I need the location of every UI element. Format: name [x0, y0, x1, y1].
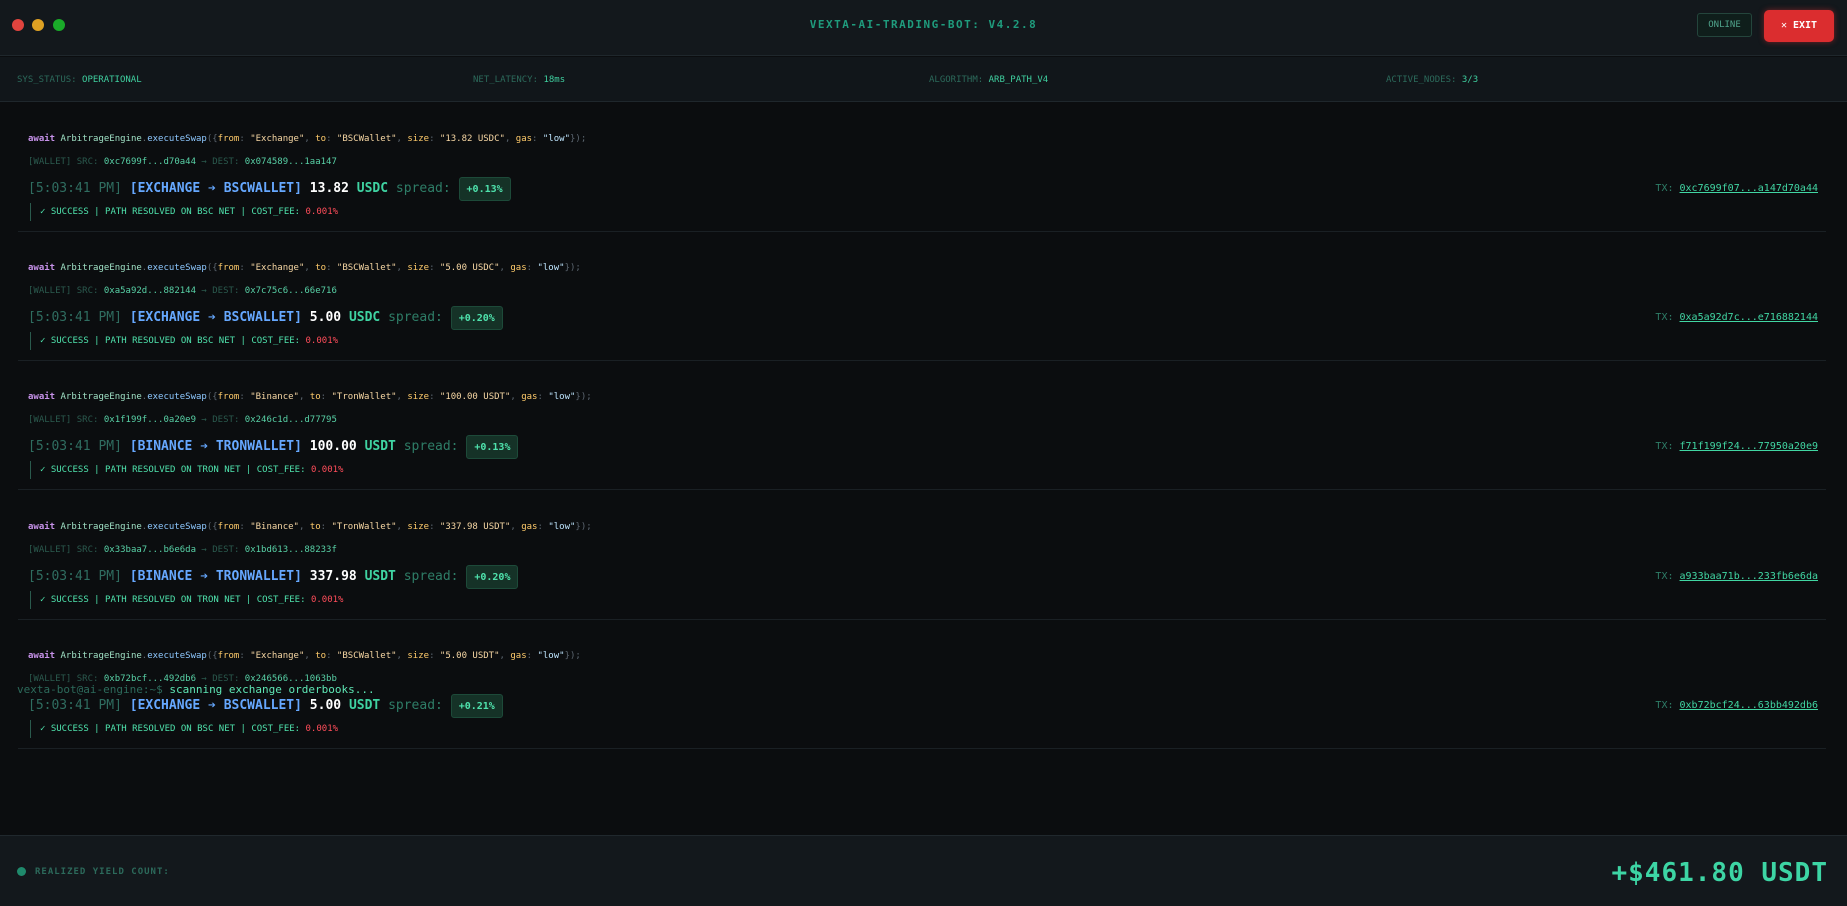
log-entry: await ArbitrageEngine.executeSwap({from:… [18, 103, 1826, 232]
code-line: await ArbitrageEngine.executeSwap({from:… [28, 522, 592, 532]
spread-badge: +0.20% [450, 306, 503, 330]
algorithm: ALGORITHM: ARB_PATH_V4 [929, 75, 1049, 85]
title-bar: VEXTA-AI-TRADING-BOT: V4.2.8 ONLINE ✕ EXI… [0, 0, 1847, 56]
arrow-right-icon: → [201, 545, 207, 555]
tx-hash: TX: 0xa5a92d7c...e716882144 [1655, 312, 1818, 323]
wallet-line: [WALLET] SRC: 0x1f199f...0a20e9 → DEST: … [28, 415, 337, 425]
log-entry: await ArbitrageEngine.executeSwap({from:… [18, 232, 1826, 361]
system-status-bar: SYS_STATUS: OPERATIONAL NET_LATENCY: 18m… [0, 57, 1847, 102]
code-line: await ArbitrageEngine.executeSwap({from:… [28, 134, 587, 144]
wallet-line: [WALLET] SRC: 0x33baa7...b6e6da → DEST: … [28, 545, 337, 555]
exit-button[interactable]: ✕ EXIT [1764, 10, 1834, 42]
yield-label: REALIZED YIELD COUNT: [35, 867, 170, 877]
footer: REALIZED YIELD COUNT: +$461.80 USDT [0, 835, 1847, 906]
result-line: ✓ SUCCESS | PATH RESOLVED ON BSC NET | C… [30, 203, 338, 221]
result-line: ✓ SUCCESS | PATH RESOLVED ON TRON NET | … [30, 461, 343, 479]
arrow-right-icon: ➔ [200, 569, 209, 584]
result-line: ✓ SUCCESS | PATH RESOLVED ON BSC NET | C… [30, 332, 338, 350]
arrow-right-icon: ➔ [208, 698, 216, 713]
code-line: await ArbitrageEngine.executeSwap({from:… [28, 263, 581, 273]
tx-link[interactable]: 0xa5a92d7c...e716882144 [1680, 312, 1818, 323]
active-nodes: ACTIVE_NODES: 3/3 [1386, 75, 1479, 85]
log-entry: await ArbitrageEngine.executeSwap({from:… [18, 361, 1826, 490]
arrow-right-icon: ➔ [208, 310, 216, 325]
tx-link[interactable]: 0xc7699f07...a147d70a44 [1680, 183, 1818, 194]
tx-link[interactable]: f71f199f24...77950a20e9 [1680, 441, 1818, 452]
spread-badge: +0.13% [458, 177, 511, 201]
yield-value: +$461.80 USDT [1611, 858, 1828, 888]
net-latency: NET_LATENCY: 18ms [473, 75, 566, 85]
swap-summary: [5:03:41 PM] [EXCHANGE ➔ BSCWALLET] 5.00… [28, 694, 503, 718]
arrow-right-icon: → [201, 286, 207, 296]
tx-link[interactable]: 0xb72bcf24...63bb492db6 [1680, 700, 1818, 711]
spread-badge: +0.21% [450, 694, 503, 718]
spread-badge: +0.20% [466, 565, 519, 589]
arrow-right-icon: → [201, 415, 207, 425]
online-status-badge: ONLINE [1697, 13, 1752, 37]
close-icon: ✕ [1780, 20, 1787, 31]
tx-link[interactable]: a933baa71b...233fb6e6da [1680, 571, 1818, 582]
arrow-right-icon: → [201, 157, 207, 167]
status-dot-icon [17, 867, 26, 876]
code-line: await ArbitrageEngine.executeSwap({from:… [28, 392, 592, 402]
tx-hash: TX: 0xb72bcf24...63bb492db6 [1655, 700, 1818, 711]
wallet-line: [WALLET] SRC: 0xc7699f...d70a44 → DEST: … [28, 157, 337, 167]
sys-status: SYS_STATUS: OPERATIONAL [17, 75, 142, 85]
trade-log[interactable]: await ArbitrageEngine.executeSwap({from:… [0, 103, 1847, 835]
wallet-line: [WALLET] SRC: 0xa5a92d...882144 → DEST: … [28, 286, 337, 296]
arrow-right-icon: ➔ [208, 181, 216, 196]
swap-summary: [5:03:41 PM] [EXCHANGE ➔ BSCWALLET] 13.8… [28, 177, 511, 201]
exit-label: EXIT [1792, 20, 1818, 31]
spread-badge: +0.13% [466, 435, 519, 459]
arrow-right-icon: ➔ [200, 439, 209, 454]
result-line: ✓ SUCCESS | PATH RESOLVED ON TRON NET | … [30, 591, 343, 609]
result-line: ✓ SUCCESS | PATH RESOLVED ON BSC NET | C… [30, 720, 338, 738]
terminal-prompt: vexta-bot@ai-engine:~$ scanning exchange… [17, 683, 375, 696]
tx-hash: TX: f71f199f24...77950a20e9 [1655, 441, 1818, 452]
tx-hash: TX: 0xc7699f07...a147d70a44 [1655, 183, 1818, 194]
swap-summary: [5:03:41 PM] [EXCHANGE ➔ BSCWALLET] 5.00… [28, 306, 503, 330]
tx-hash: TX: a933baa71b...233fb6e6da [1655, 571, 1818, 582]
log-entry: await ArbitrageEngine.executeSwap({from:… [18, 491, 1826, 620]
app-title: VEXTA-AI-TRADING-BOT: V4.2.8 [809, 18, 1038, 31]
code-line: await ArbitrageEngine.executeSwap({from:… [28, 651, 581, 661]
swap-summary: [5:03:41 PM] [BINANCE ➔ TRONWALLET] 100.… [28, 435, 519, 459]
swap-summary: [5:03:41 PM] [BINANCE ➔ TRONWALLET] 337.… [28, 565, 519, 589]
